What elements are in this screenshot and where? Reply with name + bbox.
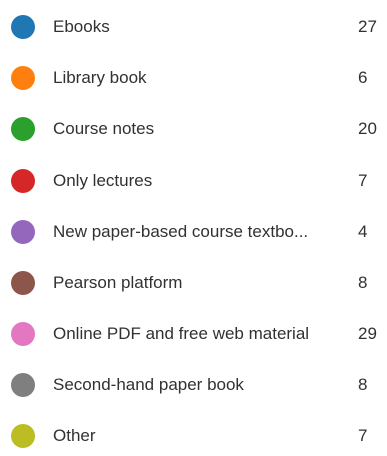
legend-item-course-notes[interactable]: Course notes 20 <box>0 109 387 149</box>
legend-item-count: 7 <box>358 426 368 445</box>
legend-item-only-lectures[interactable]: Only lectures 7 <box>0 161 387 201</box>
legend-item-label: Pearson platform <box>53 273 183 292</box>
legend-item-label: Only lectures <box>53 171 153 190</box>
legend-item-label: Ebooks <box>53 17 110 36</box>
legend-item-count: 29 <box>358 324 377 343</box>
color-dot-icon <box>11 322 35 346</box>
response-legend: Ebooks 27 Library book 6 Course notes 20… <box>0 0 387 448</box>
color-dot-icon <box>11 66 35 90</box>
legend-item-label: Online PDF and free web material <box>53 324 310 343</box>
legend-item-label: Library book <box>53 68 147 87</box>
legend-item-count: 20 <box>358 119 377 138</box>
legend-item-new-paper-textbook[interactable]: New paper-based course textbo... 4 <box>0 212 387 252</box>
legend-item-online-pdf[interactable]: Online PDF and free web material 29 <box>0 314 387 354</box>
legend-item-pearson-platform[interactable]: Pearson platform 8 <box>0 263 387 303</box>
legend-item-count: 6 <box>358 68 368 87</box>
legend-item-label: Second-hand paper book <box>53 375 244 394</box>
legend-item-count: 4 <box>358 222 368 241</box>
color-dot-icon <box>11 15 35 39</box>
legend-item-library-book[interactable]: Library book 6 <box>0 58 387 98</box>
legend-item-other[interactable]: Other 7 <box>0 416 387 456</box>
legend-item-count: 8 <box>358 273 368 292</box>
legend-item-label: Other <box>53 426 96 445</box>
color-dot-icon <box>11 117 35 141</box>
color-dot-icon <box>11 424 35 448</box>
color-dot-icon <box>11 220 35 244</box>
legend-item-count: 8 <box>358 375 368 394</box>
legend-item-ebooks[interactable]: Ebooks 27 <box>0 7 387 47</box>
legend-item-label: New paper-based course textbo... <box>53 222 309 241</box>
legend-item-second-hand-book[interactable]: Second-hand paper book 8 <box>0 365 387 405</box>
legend-item-count: 7 <box>358 171 368 190</box>
color-dot-icon <box>11 373 35 397</box>
legend-item-count: 27 <box>358 17 377 36</box>
color-dot-icon <box>11 169 35 193</box>
legend-item-label: Course notes <box>53 119 155 138</box>
color-dot-icon <box>11 271 35 295</box>
